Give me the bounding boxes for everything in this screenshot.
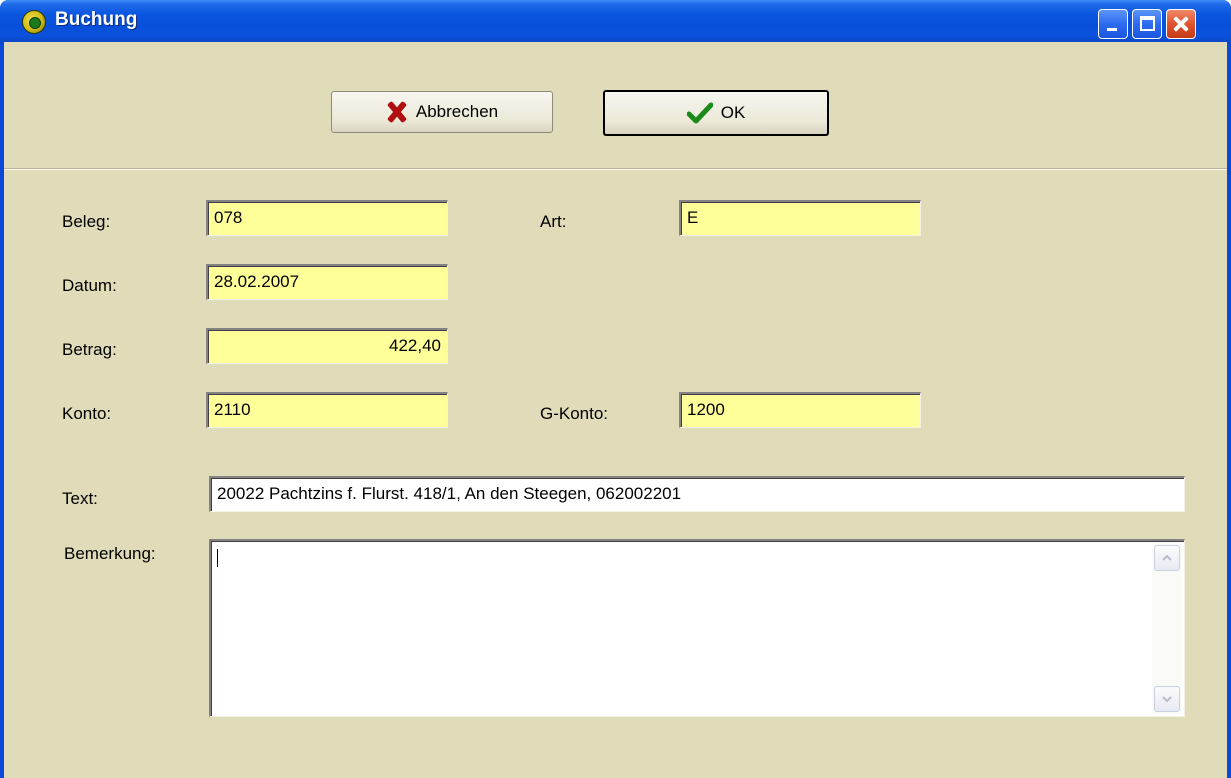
beleg-label: Beleg:: [62, 212, 111, 231]
betrag-field[interactable]: 422,40: [206, 328, 448, 364]
checkmark-icon: [686, 102, 713, 124]
gkonto-field[interactable]: 1200: [679, 392, 921, 428]
maximize-icon: [1140, 16, 1155, 31]
art-label: Art:: [540, 212, 567, 231]
gkonto-label: G-Konto:: [540, 404, 609, 423]
title-bar[interactable]: Buchung: [0, 0, 1231, 42]
cancel-button[interactable]: Abbrechen: [331, 91, 553, 133]
x-icon: [386, 101, 408, 123]
konto-field[interactable]: 2110: [206, 392, 448, 428]
text-field[interactable]: 20022 Pachtzins f. Flurst. 418/1, An den…: [209, 476, 1185, 512]
art-field[interactable]: E: [679, 200, 921, 236]
betrag-label: Betrag:: [62, 340, 117, 359]
app-icon[interactable]: [22, 10, 46, 34]
scroll-down-button[interactable]: [1154, 686, 1180, 712]
bemerkung-label: Bemerkung:: [64, 544, 156, 563]
ok-button[interactable]: OK: [603, 90, 829, 136]
text-label: Text:: [62, 489, 98, 508]
minimize-icon: [1107, 28, 1117, 31]
close-button[interactable]: [1166, 9, 1196, 39]
bemerkung-memo[interactable]: [209, 539, 1185, 717]
button-panel: Abbrechen OK: [4, 42, 1227, 170]
chevron-down-icon: [1162, 696, 1172, 703]
ok-button-label: OK: [720, 103, 746, 122]
cancel-button-label: Abbrechen: [415, 102, 499, 121]
memo-scrollbar[interactable]: [1152, 543, 1182, 714]
window-title: Buchung: [55, 9, 138, 30]
beleg-field[interactable]: 078: [206, 200, 448, 236]
scroll-up-button[interactable]: [1154, 545, 1180, 571]
minimize-button[interactable]: [1098, 9, 1128, 39]
datum-field[interactable]: 28.02.2007: [206, 264, 448, 300]
konto-label: Konto:: [62, 404, 112, 423]
dialog-body: Abbrechen OK Beleg: 078 Art: E Datum: 28…: [4, 42, 1227, 778]
datum-label: Datum:: [62, 276, 117, 295]
chevron-up-icon: [1162, 554, 1172, 561]
booking-dialog: Buchung Abbrechen OK Beleg: 078 Art: E D…: [0, 0, 1231, 778]
close-icon: [1167, 10, 1195, 38]
maximize-button[interactable]: [1132, 9, 1162, 39]
text-caret: [217, 549, 218, 567]
